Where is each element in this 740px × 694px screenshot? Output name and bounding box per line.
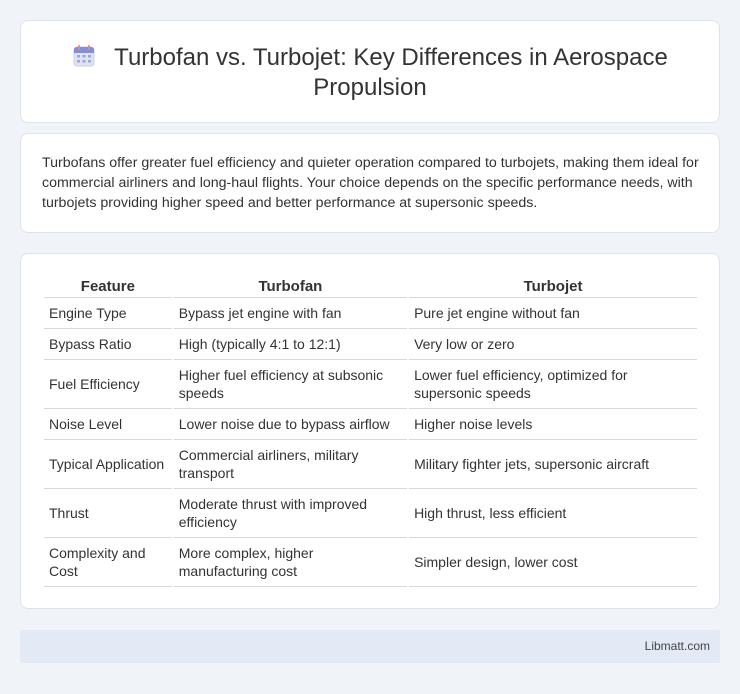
page-title: Turbofan vs. Turbojet: Key Differences i…	[114, 44, 668, 101]
table-row: Fuel Efficiency Higher fuel efficiency a…	[44, 360, 697, 409]
table-cell: Simpler design, lower cost	[409, 538, 697, 587]
table-row: Noise Level Lower noise due to bypass ai…	[44, 409, 697, 440]
table-cell: Complexity and Cost	[44, 538, 172, 587]
table-cell: High thrust, less efficient	[409, 489, 697, 538]
table-row: Engine Type Bypass jet engine with fan P…	[44, 298, 697, 329]
table-cell: High (typically 4:1 to 12:1)	[173, 329, 408, 360]
summary-text: Turbofans offer greater fuel efficiency …	[42, 155, 699, 211]
table-cell: Moderate thrust with improved efficiency	[173, 489, 408, 538]
comparison-table-card: Feature Turbofan Turbojet Engine Type By…	[20, 253, 720, 609]
table-cell: Lower noise due to bypass airflow	[173, 409, 408, 440]
column-header-feature: Feature	[44, 277, 172, 298]
table-cell: Lower fuel efficiency, optimized for sup…	[409, 360, 697, 409]
footer-bar: Libmatt.com	[20, 630, 720, 663]
table-cell: Commercial airliners, military transport	[173, 440, 408, 489]
table-row: Bypass Ratio High (typically 4:1 to 12:1…	[44, 329, 697, 360]
table-cell: Very low or zero	[409, 329, 697, 360]
column-header-turbojet: Turbojet	[409, 277, 697, 298]
summary-card: Turbofans offer greater fuel efficiency …	[20, 133, 720, 233]
comparison-table: Feature Turbofan Turbojet Engine Type By…	[42, 277, 699, 587]
table-cell: Thrust	[44, 489, 172, 538]
table-row: Thrust Moderate thrust with improved eff…	[44, 489, 697, 538]
table-cell: Noise Level	[44, 409, 172, 440]
table-cell: Higher fuel efficiency at subsonic speed…	[173, 360, 408, 409]
table-cell: Pure jet engine without fan	[409, 298, 697, 329]
table-header-row: Feature Turbofan Turbojet	[44, 277, 697, 298]
table-cell: Bypass Ratio	[44, 329, 172, 360]
column-header-turbofan: Turbofan	[173, 277, 408, 298]
table-row: Complexity and Cost More complex, higher…	[44, 538, 697, 587]
table-row: Typical Application Commercial airliners…	[44, 440, 697, 489]
table-cell: Military fighter jets, supersonic aircra…	[409, 440, 697, 489]
footer-brand-link[interactable]: Libmatt.com	[645, 639, 710, 653]
page-title-wrap: Turbofan vs. Turbojet: Key Differences i…	[21, 43, 719, 103]
table-cell: Bypass jet engine with fan	[173, 298, 408, 329]
table-cell: Engine Type	[44, 298, 172, 329]
table-cell: Typical Application	[44, 440, 172, 489]
title-card: Turbofan vs. Turbojet: Key Differences i…	[20, 20, 720, 123]
table-cell: Higher noise levels	[409, 409, 697, 440]
table-cell: More complex, higher manufacturing cost	[173, 538, 408, 587]
calendar-icon	[72, 44, 96, 68]
table-cell: Fuel Efficiency	[44, 360, 172, 409]
